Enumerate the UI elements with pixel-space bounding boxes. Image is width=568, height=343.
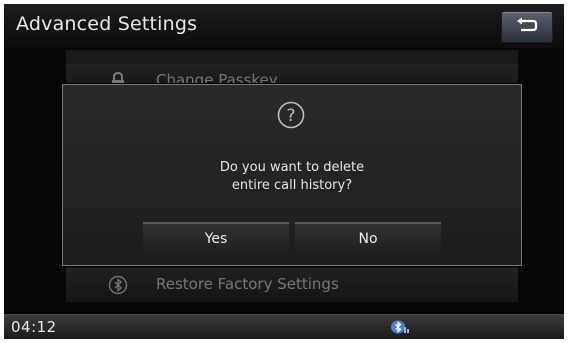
page-title: Advanced Settings: [16, 13, 198, 35]
screen: Advanced Settings Change Passkey Restore…: [4, 4, 564, 339]
no-button[interactable]: No: [295, 222, 441, 254]
clock: 04:12: [11, 318, 57, 336]
question-icon: ?: [277, 101, 305, 129]
svg-text:?: ?: [286, 106, 295, 126]
dialog-message-line-1: Do you want to delete: [219, 160, 365, 175]
bluetooth-phone-status-icon: [391, 320, 409, 334]
yes-button[interactable]: Yes: [143, 222, 289, 254]
dialog-message-line-2: entire call history?: [231, 178, 353, 193]
return-arrow-icon: [517, 17, 538, 32]
back-button[interactable]: [501, 11, 553, 43]
confirm-dialog: ? Do you want to delete entire call hist…: [62, 84, 522, 266]
title-bar: Advanced Settings: [4, 4, 564, 48]
dialog-message: Do you want to delete entire call histor…: [63, 159, 521, 195]
status-bar: 04:12: [4, 314, 564, 339]
